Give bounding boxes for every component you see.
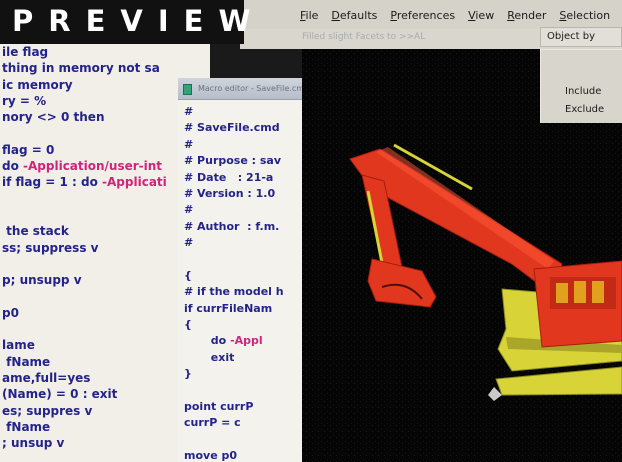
menu-render[interactable]: Render: [507, 9, 546, 22]
context-menu: Include Exclude: [540, 49, 622, 123]
code-token: #: [184, 236, 194, 250]
code-token: do: [184, 334, 231, 348]
code-line: point currP: [184, 399, 284, 415]
menu-item-include[interactable]: Include: [565, 86, 601, 97]
code-line: move p0: [184, 448, 284, 462]
code-line: # if the model h: [184, 284, 284, 300]
code-token: if currFileNam: [184, 301, 273, 315]
code-token: point currP: [184, 400, 254, 414]
macro-window-title: Macro editor - SaveFile.cmd: [198, 84, 302, 93]
code-line: currP = c: [184, 415, 284, 431]
code-token: #: [184, 203, 194, 217]
menu-item-exclude[interactable]: Exclude: [565, 104, 604, 115]
code-token: # Author : f.m.: [184, 219, 280, 233]
preview-label: PREVIEW: [12, 4, 266, 38]
code-line: }: [184, 366, 284, 382]
code-line: exit: [184, 350, 284, 366]
code-token: # Purpose : sav: [184, 154, 282, 168]
menubar: File Defaults Preferences View Render Selecti…: [240, 0, 622, 29]
object-select-dropdown[interactable]: Object by: [540, 27, 622, 47]
document-icon: [183, 84, 192, 95]
preview-banner: PREVIEW: [0, 0, 250, 44]
code-token: }: [184, 367, 192, 381]
menu-defaults[interactable]: Defaults: [331, 9, 377, 22]
menu-items: File Defaults Preferences View Render Selecti…: [300, 4, 622, 23]
macro-code-text[interactable]: # # SaveFile.cmd # # Purpose : sav # Date : …: [184, 104, 284, 462]
code-token: nory <> 0 then: [2, 110, 105, 125]
menu-file[interactable]: File: [300, 9, 318, 22]
code-line: #: [184, 104, 284, 120]
menu-view[interactable]: View: [468, 9, 494, 22]
code-token: lame: [2, 338, 35, 353]
code-token: ss; suppress v: [2, 240, 99, 255]
code-token: {: [184, 318, 192, 332]
code-line: thing in memory not sa: [2, 60, 210, 76]
code-line: # Date : 21-a: [184, 170, 284, 186]
code-token: the stack: [2, 224, 69, 239]
macro-editor-window[interactable]: Macro editor - SaveFile.cmd # # SaveFile.…: [178, 78, 302, 462]
code-token: fName: [2, 419, 51, 434]
code-token: ; unsup v: [2, 436, 65, 451]
code-token: p; unsupp v: [2, 273, 82, 288]
code-line: #: [184, 202, 284, 218]
code-token: fName: [2, 354, 51, 369]
code-token: # if the model h: [184, 285, 284, 299]
code-line: # SaveFile.cmd: [184, 120, 284, 136]
code-token: #: [184, 105, 194, 118]
code-line: {: [184, 268, 284, 284]
code-token: # Date : 21-a: [184, 170, 274, 184]
code-line: # Purpose : sav: [184, 153, 284, 169]
code-token: #: [184, 137, 194, 151]
code-command-token: -Application/user-int: [23, 159, 163, 174]
code-token: flag = 0: [2, 142, 55, 157]
code-token: currP = c: [184, 416, 241, 430]
code-token: {: [184, 268, 192, 282]
menu-preferences[interactable]: Preferences: [390, 9, 455, 22]
code-line: {: [184, 317, 284, 333]
code-command-token: -Appl: [230, 334, 263, 348]
code-line: #: [184, 235, 284, 251]
macro-window-titlebar[interactable]: Macro editor - SaveFile.cmd: [178, 78, 302, 100]
code-token: (Name) = 0 : exit: [2, 387, 118, 402]
code-token: # SaveFile.cmd: [184, 121, 280, 135]
code-token: ic memory: [2, 77, 73, 92]
code-token: thing in memory not sa: [2, 61, 160, 76]
code-token: ame,full=yes: [2, 370, 91, 385]
code-line: ile flag: [2, 44, 210, 60]
code-line: do -Appl: [184, 333, 284, 349]
code-token: exit: [184, 350, 235, 364]
code-token: if flag = 1 : do: [2, 175, 103, 190]
menu-selection[interactable]: Selection: [559, 9, 610, 22]
code-line: # Author : f.m.: [184, 219, 284, 235]
code-token: ile flag: [2, 45, 49, 59]
code-line: if currFileNam: [184, 301, 284, 317]
code-token: move p0: [184, 449, 238, 462]
code-token: do: [2, 159, 24, 174]
toolbar-blurred-text: Filled slight Facets to >>AL: [302, 32, 426, 42]
code-token: # Version : 1.0: [184, 186, 276, 200]
code-token: ry = %: [2, 93, 47, 108]
code-line: # Version : 1.0: [184, 186, 284, 202]
code-line: #: [184, 137, 284, 153]
code-token: p0: [2, 305, 19, 320]
code-command-token: -Applicati: [102, 175, 167, 190]
code-token: es; suppres v: [2, 403, 93, 418]
